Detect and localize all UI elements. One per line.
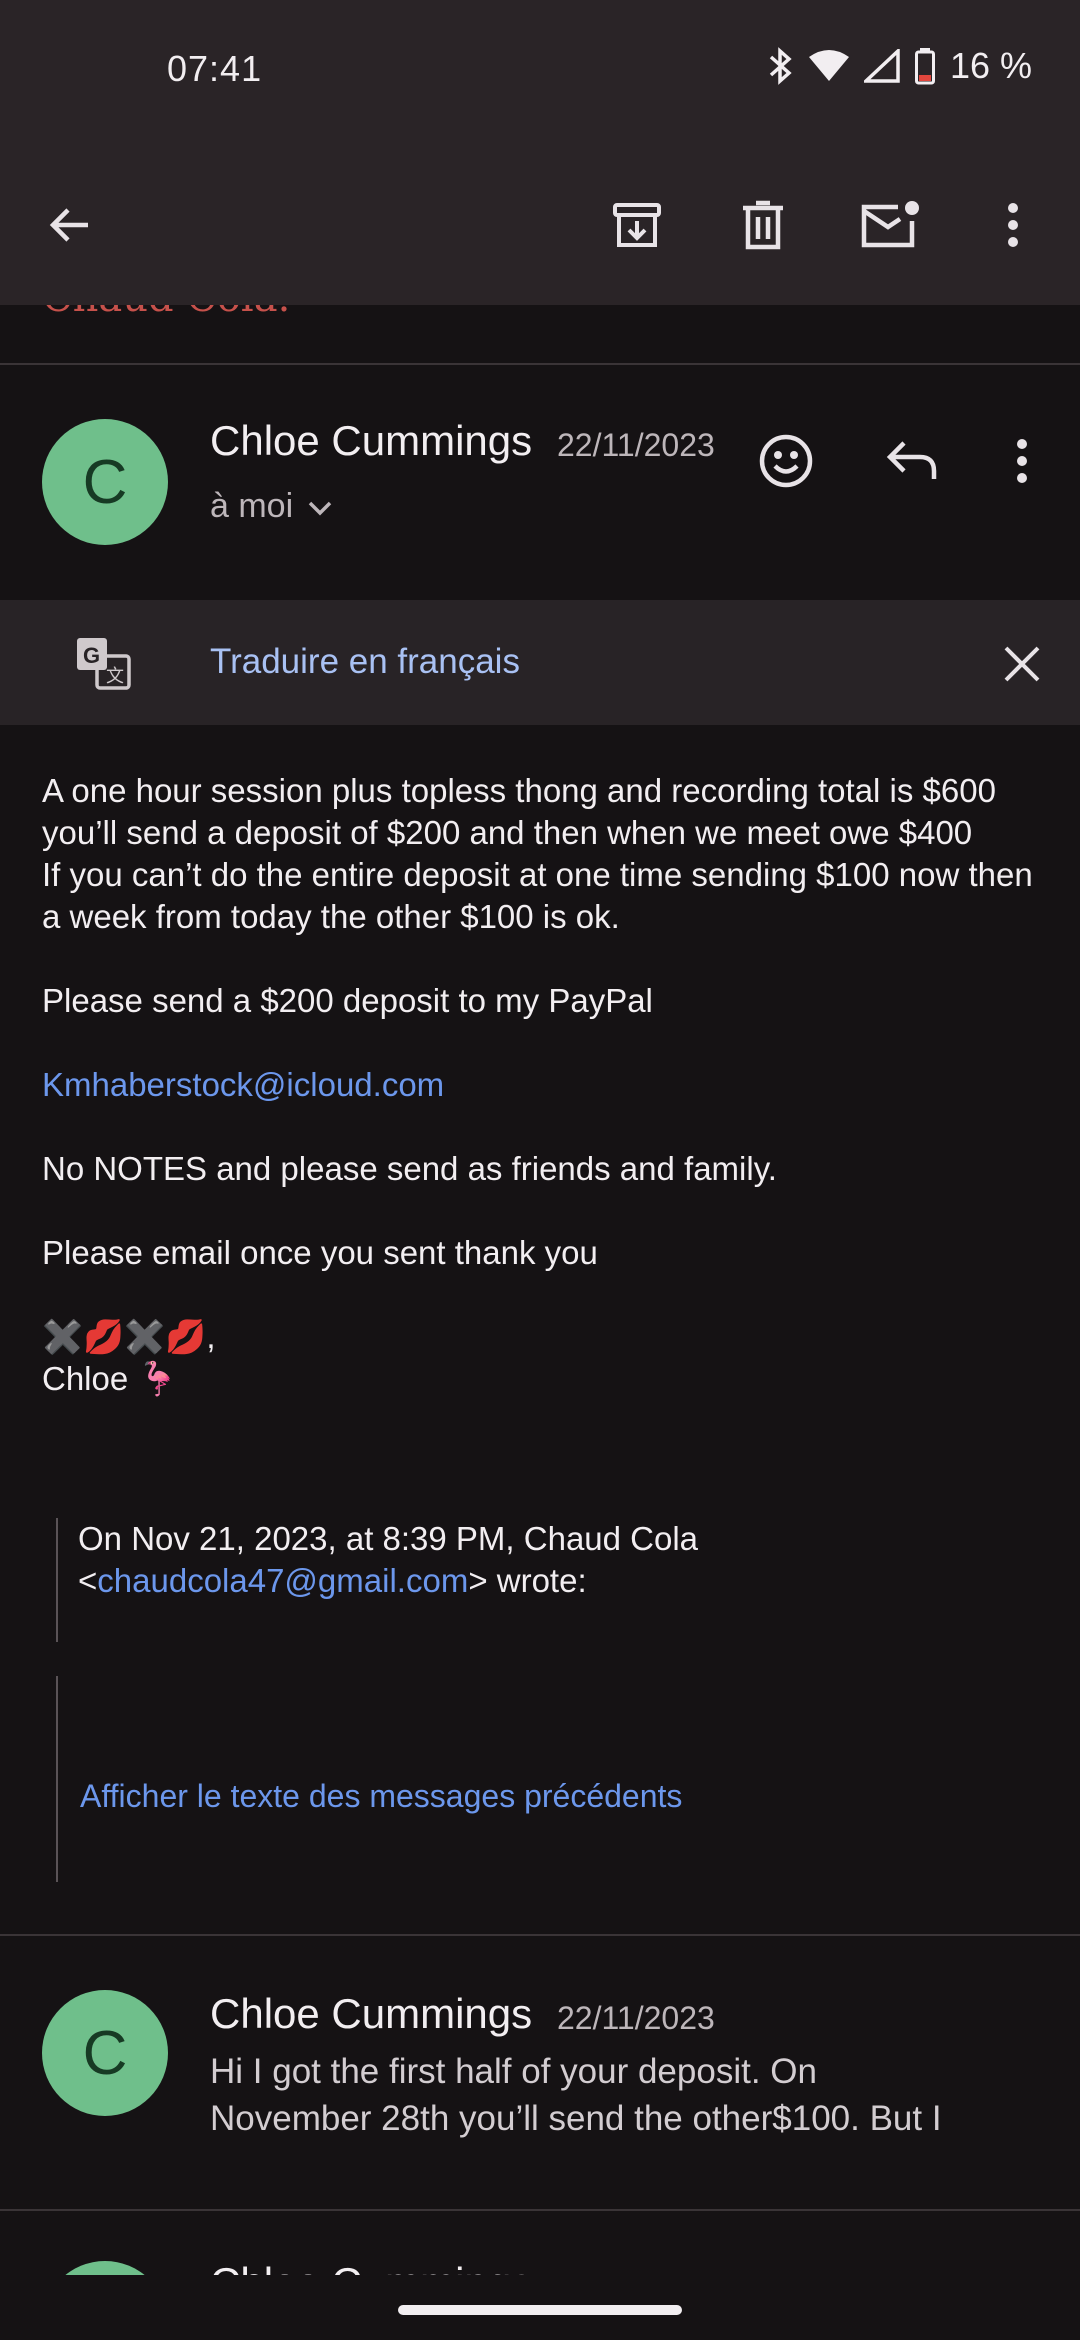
quoted-header: On Nov 21, 2023, at 8:39 PM, Chaud Cola …: [56, 1518, 1036, 1642]
svg-text:G: G: [83, 643, 100, 668]
quoted-block: Afficher le texte des messages précédent…: [56, 1676, 1036, 1882]
message-date: 22/11/2023: [557, 2000, 715, 2036]
status-time: 07:41: [167, 48, 263, 89]
body-paragraph: Please send a $200 deposit to my PayPal: [42, 982, 653, 1019]
previous-message-peek[interactable]: Chaud Cola.: [0, 305, 1080, 365]
recipients-toggle[interactable]: à moi: [210, 487, 333, 526]
divider: [0, 1934, 1080, 1936]
emoji-reaction-icon[interactable]: [752, 427, 820, 495]
svg-text:文: 文: [106, 666, 124, 687]
archive-icon[interactable]: [597, 185, 677, 265]
message-snippet: November 28th you’ll send the other$100.…: [210, 2099, 942, 2138]
status-icons: 16 %: [768, 44, 1032, 88]
previous-message-signature: Chaud Cola.: [42, 305, 290, 321]
message-more-icon[interactable]: [1002, 427, 1042, 495]
chevron-down-icon: [307, 487, 333, 526]
quoted-email-link[interactable]: chaudcola47@gmail.com: [97, 1562, 468, 1599]
close-icon[interactable]: [998, 640, 1046, 688]
paypal-email-link[interactable]: Kmhaberstock@icloud.com: [42, 1064, 1042, 1106]
quoted-line: <chaudcola47@gmail.com> wrote:: [78, 1562, 587, 1599]
back-arrow-icon[interactable]: [30, 185, 110, 265]
quoted-line: On Nov 21, 2023, at 8:39 PM, Chaud Cola: [78, 1520, 699, 1557]
collapsed-message-peek[interactable]: Chloe Cummings: [0, 2211, 1080, 2275]
wifi-icon: [808, 49, 850, 83]
body-paragraph: A one hour session plus topless thong an…: [42, 772, 996, 851]
translate-button[interactable]: Traduire en français: [210, 642, 520, 682]
battery-icon: [914, 47, 936, 85]
recipient-label: à moi: [210, 487, 294, 525]
avatar[interactable]: C: [42, 1990, 168, 2116]
sender-name: Chloe Cummings: [210, 2259, 532, 2275]
message-date: 22/11/2023: [557, 427, 715, 463]
message-header[interactable]: C Chloe Cummings 22/11/2023 à moi: [0, 367, 1080, 600]
translate-icon: G文: [74, 635, 134, 693]
status-bar: 07:41 16 %: [0, 0, 1080, 140]
body-paragraph: No NOTES and please send as friends and …: [42, 1150, 777, 1187]
delete-icon[interactable]: [723, 185, 803, 265]
signature-emoji: ✖️💋✖️💋,: [42, 1318, 216, 1355]
more-vert-icon[interactable]: [973, 185, 1053, 265]
body-paragraph: Please email once you sent thank you: [42, 1234, 598, 1271]
mark-unread-icon[interactable]: [850, 185, 930, 265]
message-snippet: Hi I got the first half of your deposit.…: [210, 2052, 817, 2091]
home-indicator[interactable]: [398, 2305, 682, 2315]
sender-name: Chloe Cummings: [210, 417, 533, 464]
battery-percent: 16 %: [949, 45, 1032, 86]
signal-icon: [863, 49, 900, 83]
show-quoted-text-link[interactable]: Afficher le texte des messages précédent…: [80, 1778, 682, 1815]
avatar[interactable]: C: [42, 419, 168, 545]
sender-name: Chloe Cummings: [210, 1990, 533, 2037]
translate-banner: G文 Traduire en français: [0, 600, 1080, 725]
message-body: A one hour session plus topless thong an…: [42, 770, 1042, 1400]
body-paragraph: If you can’t do the entire deposit at on…: [42, 856, 1033, 935]
reply-icon[interactable]: [877, 427, 947, 495]
signature-name: Chloe 🦩: [42, 1360, 179, 1397]
bluetooth-icon: [768, 47, 794, 85]
avatar: [42, 2261, 168, 2275]
app-toolbar: [0, 140, 1080, 305]
gesture-nav-bar: [0, 2275, 1080, 2340]
